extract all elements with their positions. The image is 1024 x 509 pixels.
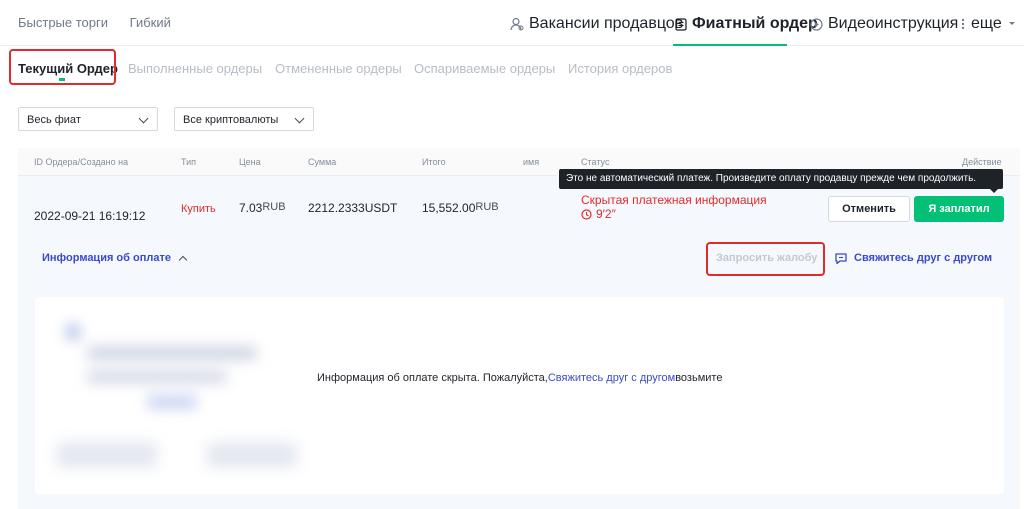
top-navigation: Быстрые торги Гибкий Вакансии продавцов … bbox=[0, 0, 1024, 46]
th-price: Цена bbox=[239, 157, 261, 167]
nav-video-guide-label: Видеоинструкция bbox=[828, 15, 959, 32]
blurred-payment-details bbox=[57, 317, 317, 477]
order-total: 15,552.00RUB bbox=[422, 201, 499, 215]
chevron-down-icon bbox=[294, 113, 305, 124]
paid-button[interactable]: Я заплатил bbox=[914, 196, 1004, 222]
nav-video-guide[interactable]: Видеоинструкция bbox=[810, 15, 958, 33]
nav-more-label: еще bbox=[971, 15, 1002, 32]
payment-info-label: Информация об оплате bbox=[42, 252, 171, 264]
order-price: 7.03RUB bbox=[239, 201, 286, 215]
nav-fiat-order[interactable]: Фиатный ордер bbox=[675, 15, 818, 33]
nav-more[interactable]: еще bbox=[960, 15, 1017, 33]
order-price-value: 7.03 bbox=[239, 201, 263, 215]
play-icon bbox=[810, 17, 823, 31]
order-price-unit: RUB bbox=[262, 201, 286, 213]
tab-disputed-orders[interactable]: Оспариваемые ордеры bbox=[414, 61, 555, 76]
tab-completed-orders[interactable]: Выполненные ордеры bbox=[128, 61, 262, 76]
th-action: Действие bbox=[962, 157, 1002, 167]
crypto-filter-value: Все криптовалюты bbox=[183, 114, 279, 126]
th-type: Тип bbox=[181, 157, 197, 167]
order-amount: 2212.2333USDT bbox=[308, 201, 398, 215]
tab-cancelled-orders[interactable]: Отмененные ордеры bbox=[275, 61, 402, 76]
order-tabs: Текущий Ордер Выполненные ордеры Отменен… bbox=[0, 50, 1024, 86]
nav-fiat-order-label: Фиатный ордер bbox=[692, 15, 818, 32]
payment-tooltip: Это не автоматический платеж. Произведит… bbox=[559, 169, 1003, 189]
th-status: Статус bbox=[581, 157, 610, 167]
chevron-down-icon bbox=[138, 113, 149, 124]
fiat-filter-value: Весь фиат bbox=[27, 114, 81, 126]
quick-trade-link[interactable]: Быстрые торги bbox=[18, 15, 108, 30]
nav-seller-vacancies[interactable]: Вакансии продавцов bbox=[510, 15, 683, 33]
th-total: Итого bbox=[422, 157, 446, 167]
caret-down-icon bbox=[1008, 22, 1015, 25]
order-type: Купить bbox=[181, 203, 216, 215]
contact-link[interactable]: Свяжитесь друг с другом bbox=[548, 372, 675, 384]
flexible-link[interactable]: Гибкий bbox=[130, 15, 171, 30]
more-vertical-icon bbox=[961, 18, 965, 30]
order-status: Скрытая платежная информация bbox=[581, 193, 767, 207]
orders-table: ID Ордера/Создано на Тип Цена Сумма Итог… bbox=[18, 148, 1020, 509]
active-subtab-indicator bbox=[59, 78, 65, 81]
document-icon bbox=[675, 17, 687, 31]
crypto-filter-select[interactable]: Все криптовалюты bbox=[174, 107, 314, 131]
trade-mode-switch: Быстрые торги Гибкий bbox=[18, 15, 189, 30]
th-name: имя bbox=[523, 157, 540, 167]
payment-info-toggle[interactable]: Информация об оплате bbox=[42, 252, 188, 264]
th-order-id: ID Ордера/Создано на bbox=[34, 157, 129, 167]
th-amount: Сумма bbox=[308, 157, 337, 167]
tab-order-history[interactable]: История ордеров bbox=[568, 61, 672, 76]
cancel-button[interactable]: Отменить bbox=[828, 196, 910, 222]
person-icon bbox=[510, 17, 524, 31]
nav-seller-vacancies-label: Вакансии продавцов bbox=[529, 15, 684, 32]
tooltip-arrow bbox=[989, 188, 999, 193]
hidden-payment-message: Информация об оплате скрыта. Пожалуйста,… bbox=[317, 372, 722, 384]
chevron-up-icon bbox=[178, 255, 188, 264]
contact-each-other-button[interactable]: Свяжитесь друг с другом bbox=[835, 252, 992, 264]
order-timer: 9′2″ bbox=[581, 207, 616, 221]
fiat-filter-select[interactable]: Весь фиат bbox=[18, 107, 158, 131]
chat-icon bbox=[835, 252, 847, 264]
hidden-msg-suffix: возьмите bbox=[675, 372, 723, 384]
highlight-complaint-button bbox=[706, 242, 825, 276]
clock-icon bbox=[581, 208, 592, 220]
hidden-msg-prefix: Информация об оплате скрыта. Пожалуйста, bbox=[317, 372, 548, 384]
order-timer-value: 9′2″ bbox=[596, 207, 616, 221]
payment-details-panel: Информация об оплате скрыта. Пожалуйста,… bbox=[35, 297, 1004, 494]
contact-each-other-label: Свяжитесь друг с другом bbox=[854, 252, 993, 264]
order-total-value: 15,552.00 bbox=[422, 201, 476, 215]
order-datetime: 2022-09-21 16:19:12 bbox=[34, 209, 146, 223]
order-total-unit: RUB bbox=[475, 201, 499, 213]
active-tab-underline bbox=[673, 44, 787, 46]
